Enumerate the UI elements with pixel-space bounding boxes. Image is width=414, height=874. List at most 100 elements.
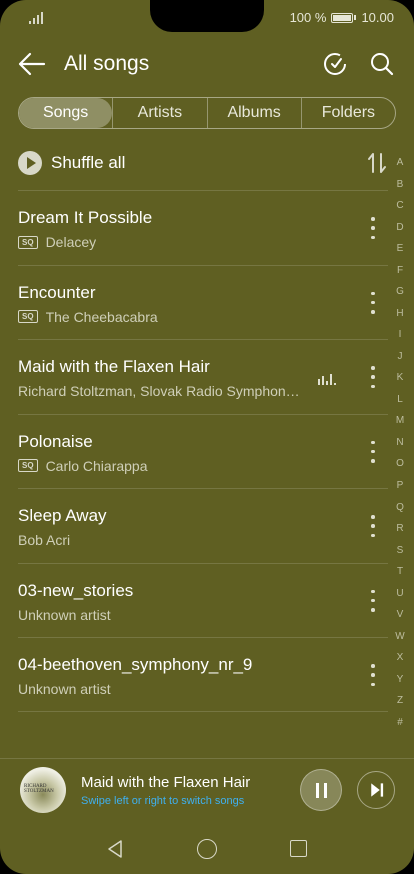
index-letter[interactable]: M	[396, 416, 404, 426]
song-artist: Unknown artist	[18, 681, 111, 697]
index-letter[interactable]: F	[397, 265, 403, 276]
index-letter[interactable]: V	[397, 610, 404, 620]
song-title: Sleep Away	[18, 506, 107, 525]
index-letter[interactable]: Q	[396, 502, 404, 513]
signal-icon	[29, 12, 43, 24]
more-options-icon[interactable]	[366, 440, 380, 463]
status-right: 100 % 10.00	[290, 10, 394, 25]
app-bar: All songs	[0, 40, 414, 88]
index-letter[interactable]: Z	[397, 696, 403, 706]
battery-percent: 100 %	[289, 10, 327, 25]
system-nav-bar	[0, 826, 414, 874]
status-bar: 100 % 10.00	[0, 0, 414, 36]
song-row[interactable]: Polonaise SQ Carlo Chiarappa	[18, 413, 388, 489]
index-letter[interactable]: K	[397, 373, 404, 383]
category-tabs: Songs Artists Albums Folders	[18, 97, 396, 129]
next-track-icon[interactable]	[357, 771, 395, 809]
mini-player[interactable]: RICHARD STOLTZMAN Maid with the Flaxen H…	[0, 758, 414, 820]
sort-icon[interactable]	[366, 150, 388, 176]
phone-screen: 100 % 10.00 All songs Songs Artists Albu…	[0, 0, 414, 874]
song-row[interactable]: Sleep Away Bob Acri	[18, 488, 388, 563]
song-title: Encounter	[18, 282, 96, 302]
song-row[interactable]: Dream It Possible SQ Delacey	[18, 190, 388, 265]
index-letter[interactable]: T	[397, 567, 403, 577]
index-letter[interactable]: X	[397, 653, 404, 663]
song-subtitle: SQ The Cheebacabra	[18, 309, 158, 325]
song-title: 04-beethoven_symphony_nr_9	[18, 655, 253, 674]
index-letter[interactable]: J	[398, 351, 403, 362]
song-row-now-playing[interactable]: Maid with the Flaxen Hair Richard Stoltz…	[18, 339, 388, 414]
song-row[interactable]: 04-beethoven_symphony_nr_9 Unknown artis…	[18, 637, 388, 712]
index-letter[interactable]: N	[396, 437, 403, 448]
now-playing-title: Maid with the Flaxen Hair	[81, 774, 251, 791]
tab-songs[interactable]: Songs	[19, 98, 113, 128]
index-letter[interactable]: E	[397, 244, 404, 254]
index-letter[interactable]: H	[396, 308, 403, 319]
tab-folders[interactable]: Folders	[300, 98, 395, 128]
song-subtitle: Richard Stoltzman, Slovak Radio Symphon…	[18, 383, 300, 399]
song-artist: Bob Acri	[18, 532, 71, 548]
song-subtitle: SQ Delacey	[18, 234, 96, 250]
song-subtitle: Unknown artist	[18, 607, 111, 623]
index-letter[interactable]: #	[397, 717, 403, 728]
tab-artists[interactable]: Artists	[112, 98, 206, 128]
more-options-icon[interactable]	[366, 217, 380, 239]
battery-cap	[354, 15, 357, 20]
nav-home-icon[interactable]	[197, 839, 217, 859]
nav-back-icon[interactable]	[104, 838, 126, 860]
sq-badge: SQ	[18, 310, 38, 323]
tab-albums[interactable]: Albums	[206, 98, 301, 128]
song-title: Dream It Possible	[18, 208, 153, 227]
song-list: Dream It Possible SQ Delacey Encounter S…	[18, 190, 388, 712]
song-row[interactable]: Encounter SQ The Cheebacabra	[18, 264, 388, 340]
song-artist: Carlo Chiarappa	[45, 457, 148, 474]
search-icon[interactable]	[367, 49, 397, 79]
song-artist: Richard Stoltzman, Slovak Radio Symphon…	[18, 383, 300, 399]
index-letter[interactable]: Y	[397, 674, 404, 685]
index-letter[interactable]: B	[397, 179, 404, 190]
index-letter[interactable]: D	[396, 222, 403, 233]
more-options-icon[interactable]	[366, 291, 380, 314]
index-letter[interactable]: I	[399, 330, 402, 340]
play-circle-icon	[18, 151, 42, 175]
index-letter[interactable]: C	[396, 201, 403, 211]
index-letter[interactable]: P	[397, 480, 404, 491]
shuffle-all-label: Shuffle all	[51, 153, 126, 172]
index-letter[interactable]: S	[397, 545, 404, 556]
battery-icon	[331, 12, 354, 23]
index-letter[interactable]: G	[396, 287, 404, 297]
index-letter[interactable]: R	[396, 524, 403, 534]
more-options-icon[interactable]	[366, 515, 380, 537]
sq-badge: SQ	[18, 235, 38, 249]
back-arrow-icon[interactable]	[16, 50, 48, 78]
page-title: All songs	[64, 52, 150, 75]
song-subtitle: SQ Carlo Chiarappa	[18, 458, 148, 474]
alphabet-index[interactable]: A B C D E F G H I J K L M N O P Q R S T …	[392, 158, 408, 728]
pause-button[interactable]	[300, 769, 342, 811]
song-artist: Unknown artist	[18, 606, 111, 623]
song-artist: The Cheebacabra	[45, 308, 158, 325]
sleep-timer-icon[interactable]	[320, 49, 350, 79]
song-title: 03-new_stories	[18, 580, 134, 600]
now-playing-equalizer-icon	[318, 374, 336, 385]
song-subtitle: Unknown artist	[18, 681, 111, 697]
cover-artist-text: RICHARD STOLTZMAN	[24, 784, 54, 794]
song-subtitle: Bob Acri	[18, 532, 70, 548]
index-letter[interactable]: L	[397, 394, 403, 405]
more-options-icon[interactable]	[366, 589, 380, 612]
index-letter[interactable]: A	[397, 158, 404, 168]
song-row[interactable]: 03-new_stories Unknown artist	[18, 562, 388, 638]
sq-badge: SQ	[18, 459, 38, 472]
more-options-icon[interactable]	[366, 366, 380, 388]
shuffle-all-button[interactable]: Shuffle all	[18, 148, 388, 180]
more-options-icon[interactable]	[366, 664, 380, 686]
index-letter[interactable]: U	[396, 588, 403, 599]
index-letter[interactable]: W	[395, 631, 404, 642]
song-artist: Delacey	[45, 234, 97, 250]
nav-recents-icon[interactable]	[290, 840, 307, 857]
index-letter[interactable]: O	[396, 459, 404, 469]
swipe-hint: Swipe left or right to switch songs	[81, 795, 245, 807]
clock: 10.00	[361, 10, 394, 25]
song-title: Polonaise	[18, 431, 93, 451]
album-cover[interactable]: RICHARD STOLTZMAN	[20, 767, 66, 813]
